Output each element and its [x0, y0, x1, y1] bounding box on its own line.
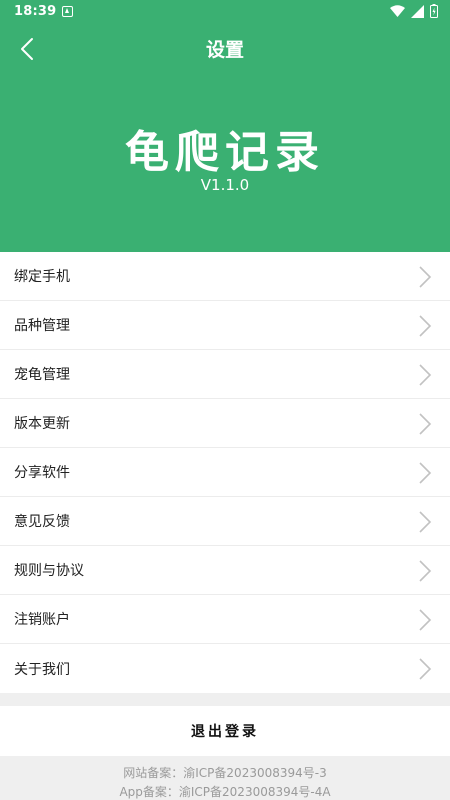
menu-item-label: 分享软件	[14, 465, 70, 481]
logout-label: 退出登录	[191, 724, 259, 740]
chevron-right-icon	[419, 609, 432, 631]
menu-item-label: 意见反馈	[14, 514, 70, 530]
menu-item-label: 关于我们	[14, 661, 70, 678]
menu-item-version-update[interactable]: 版本更新	[0, 399, 450, 448]
app-version: V1.1.0	[200, 176, 250, 194]
menu-item-feedback[interactable]: 意见反馈	[0, 497, 450, 546]
status-bar: 18:39	[0, 0, 450, 24]
menu-item-share-app[interactable]: 分享软件	[0, 448, 450, 497]
header: 设置 龟爬记录 V1.1.0	[0, 24, 450, 252]
footer: 网站备案：渝ICP备2023008394号-3 App备案：渝ICP备20230…	[0, 764, 450, 800]
settings-menu: 绑定手机 品种管理 宠龟管理 版本更新 分享软件 意见反馈 规则与协议 注销账户…	[0, 252, 450, 693]
chevron-right-icon	[419, 462, 432, 484]
app-name: 龟爬记录	[125, 127, 325, 178]
wifi-icon	[390, 4, 405, 17]
signal-icon	[411, 4, 424, 18]
status-icons	[390, 4, 438, 18]
chevron-right-icon	[419, 266, 432, 288]
status-time: 18:39	[14, 4, 57, 19]
menu-item-label: 绑定手机	[14, 269, 70, 285]
chevron-right-icon	[419, 315, 432, 337]
menu-item-label: 品种管理	[14, 318, 70, 334]
chevron-right-icon	[419, 364, 432, 386]
menu-item-bind-phone[interactable]: 绑定手机	[0, 252, 450, 301]
website-record-text: 网站备案：渝ICP备2023008394号-3	[123, 766, 327, 780]
menu-item-rules-agreement[interactable]: 规则与协议	[0, 546, 450, 595]
battery-icon	[430, 4, 438, 18]
menu-item-label: 版本更新	[14, 416, 70, 432]
menu-item-label: 注销账户	[14, 612, 70, 628]
chevron-right-icon	[419, 560, 432, 582]
notification-icon	[62, 6, 73, 17]
app-record-text: App备案：渝ICP备2023008394号-4A	[119, 785, 331, 799]
menu-item-pet-turtle-management[interactable]: 宠龟管理	[0, 350, 450, 399]
menu-item-breed-management[interactable]: 品种管理	[0, 301, 450, 350]
menu-item-delete-account[interactable]: 注销账户	[0, 595, 450, 644]
logout-button[interactable]: 退出登录	[0, 706, 450, 756]
menu-item-label: 规则与协议	[14, 563, 84, 579]
menu-item-label: 宠龟管理	[14, 367, 70, 383]
chevron-right-icon	[419, 413, 432, 435]
chevron-right-icon	[419, 658, 432, 680]
page-title: 设置	[205, 39, 244, 61]
menu-item-about-us[interactable]: 关于我们	[0, 644, 450, 693]
chevron-right-icon	[419, 511, 432, 533]
